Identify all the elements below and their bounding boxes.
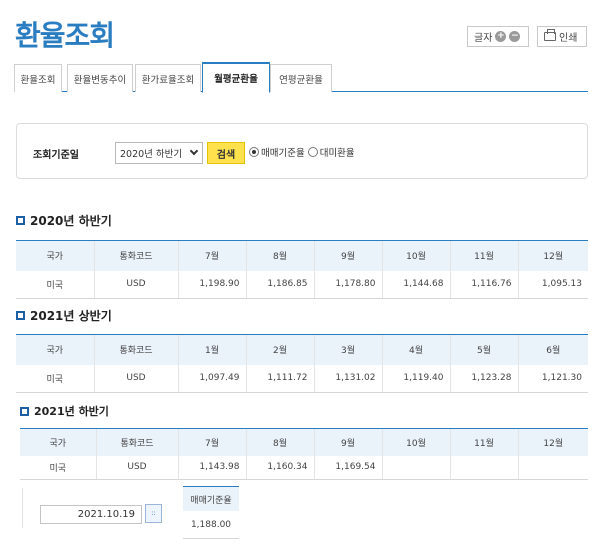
rate-cell: 1,123.28 [449, 364, 518, 393]
rate-table: 국가 통화코드 7월 8월 9월 10월 11월 12월 미국 USD 1,14… [20, 428, 588, 480]
rate-cell: 1,178.80 [313, 270, 382, 299]
date-input[interactable]: 2021.10.19 [40, 505, 142, 524]
page-title: 환율조회 [15, 19, 115, 52]
minus-icon[interactable]: − [509, 31, 521, 42]
radio-usd-rate[interactable]: 대미환율 [307, 145, 355, 159]
table-header-row: 국가 통화코드 1월 2월 3월 4월 5월 6월 [16, 334, 588, 365]
rate-cell: 1,169.54 [313, 455, 382, 480]
font-size-control: 글자 + − [467, 26, 529, 47]
column-header: 12월 [517, 240, 588, 271]
currency-code-cell: USD [93, 270, 178, 299]
divider [22, 488, 23, 528]
rate-type-radio-group: 매매기준율 대미환율 [249, 145, 358, 159]
table-row: 미국 USD 1,097.49 1,111.72 1,131.02 1,119.… [16, 364, 588, 393]
country-cell: 미국 [20, 455, 96, 480]
font-size-label: 글자 [474, 33, 493, 44]
section-title: 2021년 하반기 [20, 403, 109, 419]
rate-cell: 1,116.76 [449, 270, 518, 299]
table-header-row: 국가 통화코드 7월 8월 9월 10월 11월 12월 [20, 428, 588, 456]
column-header: 7월 [177, 240, 246, 271]
rate-cell: 1,160.34 [245, 455, 314, 480]
column-header: 12월 [517, 428, 588, 456]
tab-rate-trend[interactable]: 환율변동추이 [67, 64, 133, 92]
column-header: 국가 [16, 334, 94, 365]
rate-cell: 1,097.49 [177, 364, 246, 393]
search-date-label: 조회기준일 [33, 150, 79, 161]
rate-cell: 1,095.13 [517, 270, 588, 299]
rate-cell: 1,186.85 [245, 270, 314, 299]
rate-cell: 1,111.72 [245, 364, 314, 393]
rate-table: 국가 통화코드 7월 8월 9월 10월 11월 12월 미국 USD 1,19… [16, 240, 588, 299]
square-bullet-icon [20, 406, 29, 416]
column-header: 10월 [381, 240, 450, 271]
column-header: 국가 [20, 428, 96, 456]
section-title: 2021년 상반기 [16, 307, 112, 324]
rate-table: 국가 통화코드 1월 2월 3월 4월 5월 6월 미국 USD 1,097.4… [16, 334, 588, 393]
square-bullet-icon [16, 311, 25, 320]
column-header: 6월 [517, 334, 588, 365]
column-header: 5월 [449, 334, 518, 365]
rate-value: 1,188.00 [183, 511, 239, 539]
tab-exchange-rate[interactable]: 환율조회 [14, 64, 62, 92]
column-header: 2월 [245, 334, 314, 365]
tab-monthly-average[interactable]: 월평균환율 [202, 62, 270, 93]
column-header: 9월 [313, 428, 382, 456]
column-header: 통화코드 [93, 240, 178, 271]
rate-cell: 1,143.98 [177, 455, 246, 480]
radio-icon [307, 147, 318, 157]
rate-column-header: 매매기준율 [183, 486, 239, 511]
rate-cell [517, 455, 588, 480]
square-bullet-icon [16, 216, 25, 225]
rate-cell: 1,198.90 [177, 270, 246, 299]
column-header: 4월 [381, 334, 450, 365]
chevron-down-icon [189, 146, 199, 156]
rate-cell: 1,144.68 [381, 270, 450, 299]
currency-code-cell: USD [95, 455, 178, 480]
rate-cell [381, 455, 450, 480]
column-header: 7월 [177, 428, 246, 456]
rate-cell [449, 455, 518, 480]
print-button[interactable]: 인쇄 [537, 26, 587, 47]
column-header: 10월 [381, 428, 450, 456]
country-cell: 미국 [16, 270, 94, 299]
period-value: 2020년 하반기 [120, 149, 183, 160]
tab-yearly-average[interactable]: 연평균환율 [270, 64, 332, 92]
calendar-icon[interactable]: :: [145, 504, 162, 523]
print-label: 인쇄 [559, 33, 578, 44]
column-header: 1월 [177, 334, 246, 365]
radio-icon [249, 147, 259, 157]
search-button[interactable]: 검색 [207, 142, 245, 164]
column-header: 통화코드 [93, 334, 178, 365]
column-header: 통화코드 [95, 428, 178, 456]
search-panel: 조회기준일 2020년 하반기 검색 매매기준율 대미환율 [16, 123, 588, 179]
column-header: 9월 [313, 240, 382, 271]
rate-cell: 1,121.30 [517, 364, 588, 393]
column-header: 3월 [313, 334, 382, 365]
radio-base-rate[interactable]: 매매기준율 [249, 145, 305, 159]
table-header-row: 국가 통화코드 7월 8월 9월 10월 11월 12월 [16, 240, 588, 271]
column-header: 국가 [16, 240, 94, 271]
column-header: 8월 [245, 240, 314, 271]
rate-cell: 1,131.02 [313, 364, 382, 393]
column-header: 8월 [245, 428, 314, 456]
section-title-text: 2021년 하반기 [34, 405, 109, 418]
tab-exchange-commission[interactable]: 환가료율조회 [135, 64, 201, 92]
printer-icon [544, 29, 556, 41]
period-select[interactable]: 2020년 하반기 [115, 142, 203, 164]
section-title: 2020년 하반기 [16, 212, 112, 229]
column-header: 11월 [449, 428, 518, 456]
section-title-text: 2021년 상반기 [30, 309, 112, 323]
currency-code-cell: USD [93, 364, 178, 393]
tab-bar: 환율조회 환율변동추이 환가료율조회 월평균환율 연평균환율 [14, 62, 588, 93]
radio-label: 대미환율 [319, 148, 355, 159]
section-title-text: 2020년 하반기 [30, 214, 112, 228]
rate-cell: 1,119.40 [381, 364, 450, 393]
table-row: 미국 USD 1,143.98 1,160.34 1,169.54 [20, 455, 588, 480]
radio-label: 매매기준율 [261, 148, 305, 159]
column-header: 11월 [449, 240, 518, 271]
plus-icon[interactable]: + [495, 31, 507, 42]
country-cell: 미국 [16, 364, 94, 393]
table-row: 미국 USD 1,198.90 1,186.85 1,178.80 1,144.… [16, 270, 588, 299]
